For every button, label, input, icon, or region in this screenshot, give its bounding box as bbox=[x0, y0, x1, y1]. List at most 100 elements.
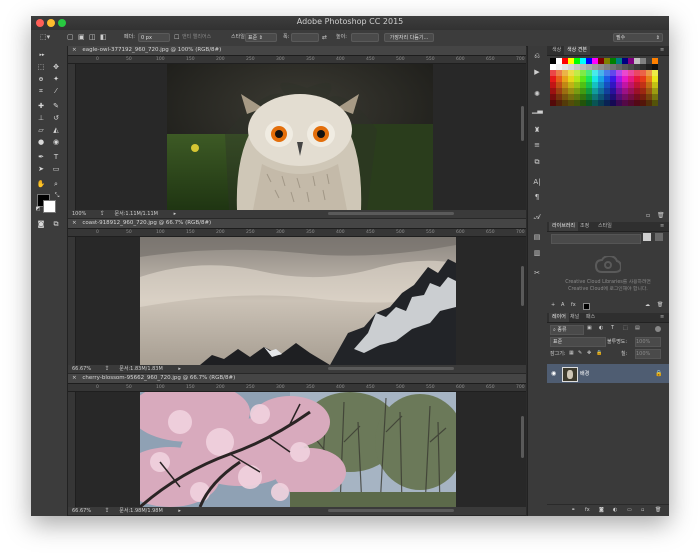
fill-input[interactable]: 100% bbox=[635, 349, 661, 359]
new-layer-icon[interactable]: ▫ bbox=[641, 507, 644, 513]
glyphs-icon[interactable]: 𝒜 bbox=[532, 213, 542, 222]
background-color-swatch[interactable] bbox=[43, 200, 56, 213]
selection-mode-new-icon[interactable]: ▢ bbox=[67, 33, 74, 42]
antialias-checkbox[interactable]: ☐ bbox=[174, 33, 179, 42]
lock-image-icon[interactable]: ✎ bbox=[578, 350, 582, 356]
tab-paths[interactable]: 패스 bbox=[583, 313, 598, 322]
library-select[interactable] bbox=[551, 234, 641, 244]
swap-colors-icon[interactable]: ⤡ bbox=[51, 191, 63, 201]
document-tab[interactable]: × eagle-owl-377192_960_720.jpg @ 100% (R… bbox=[68, 46, 526, 56]
lock-transparent-icon[interactable]: ▦ bbox=[569, 350, 574, 356]
quick-mask-icon[interactable]: ◙ bbox=[35, 219, 47, 229]
vertical-scrollbar[interactable] bbox=[521, 266, 524, 306]
vertical-scrollbar[interactable] bbox=[521, 416, 524, 458]
status-menu-icon[interactable]: ▸ bbox=[178, 366, 181, 372]
horizontal-scrollbar[interactable] bbox=[328, 367, 454, 370]
dodge-tool-icon[interactable]: ◉ bbox=[50, 137, 62, 147]
add-content-icon[interactable]: + bbox=[551, 302, 555, 308]
adjustment-layer-icon[interactable]: ◐ bbox=[613, 507, 617, 513]
tab-adjustments[interactable]: 조정 bbox=[577, 222, 592, 231]
horizontal-scrollbar[interactable] bbox=[328, 212, 454, 215]
tab-libraries[interactable]: 라이브러리 bbox=[549, 222, 579, 231]
move-tool-icon[interactable]: ✥ bbox=[50, 62, 62, 72]
paint-bucket-tool-icon[interactable]: ◭ bbox=[50, 125, 62, 135]
add-mask-icon[interactable]: ◙ bbox=[599, 507, 604, 513]
filter-toggle-icon[interactable] bbox=[655, 326, 661, 332]
path-selection-tool-icon[interactable]: ➤ bbox=[35, 164, 47, 174]
new-swatch-icon[interactable]: ▫ bbox=[646, 212, 650, 219]
swap-dimensions-icon[interactable]: ⇄ bbox=[322, 33, 327, 42]
feather-input[interactable]: 0 px bbox=[138, 33, 170, 42]
blend-mode-select[interactable]: 표준 bbox=[550, 337, 606, 347]
workspace-select[interactable]: 필수 ⇕ bbox=[613, 33, 663, 42]
list-view-icon[interactable] bbox=[655, 233, 663, 241]
status-menu-icon[interactable]: ▸ bbox=[178, 508, 181, 514]
horizontal-scrollbar[interactable] bbox=[328, 509, 454, 512]
share-icon[interactable]: ⇪ bbox=[105, 507, 110, 514]
layer-style-fx-icon[interactable]: fx bbox=[585, 507, 590, 513]
swatch[interactable] bbox=[652, 100, 658, 106]
pen-tool-icon[interactable]: ✒ bbox=[35, 152, 47, 162]
tools-presets-icon[interactable]: ✂ bbox=[532, 269, 542, 278]
paragraph-icon[interactable]: ¶ bbox=[532, 193, 542, 202]
character-icon[interactable]: A| bbox=[532, 178, 542, 187]
document-tab[interactable]: × cherry-blossom-95662_960_720.jpg @ 66.… bbox=[68, 374, 526, 384]
brush-tool-icon[interactable]: ✎ bbox=[50, 101, 62, 111]
selection-mode-add-icon[interactable]: ▣ bbox=[78, 33, 85, 42]
brush-presets-icon[interactable]: ♜ bbox=[532, 126, 542, 135]
filter-shape-icon[interactable]: ⬚ bbox=[623, 325, 628, 331]
delete-swatch-icon[interactable]: 🗑 bbox=[657, 212, 665, 219]
type-tool-icon[interactable]: T bbox=[50, 152, 62, 162]
width-input[interactable] bbox=[291, 33, 319, 42]
grid-view-icon[interactable] bbox=[643, 233, 651, 241]
close-document-icon[interactable]: × bbox=[72, 47, 77, 53]
style-select[interactable]: 표준 ⇕ bbox=[245, 33, 277, 42]
color-swatch-icon[interactable] bbox=[583, 303, 590, 310]
delete-layer-icon[interactable]: 🗑 bbox=[655, 507, 661, 513]
link-layers-icon[interactable]: ⚭ bbox=[571, 507, 575, 513]
default-colors-icon[interactable]: ◩ bbox=[32, 204, 44, 214]
layer-row[interactable]: ◉ 배경 🔒 bbox=[547, 364, 669, 383]
magic-wand-tool-icon[interactable]: ✦ bbox=[50, 74, 62, 84]
share-icon[interactable]: ⇪ bbox=[105, 365, 110, 372]
filter-adjustment-icon[interactable]: ◐ bbox=[599, 325, 603, 331]
healing-brush-tool-icon[interactable]: ✚ bbox=[35, 101, 47, 111]
clone-source-icon[interactable]: ⧉ bbox=[532, 158, 542, 167]
tab-swatches[interactable]: 색상 견본 bbox=[564, 46, 590, 55]
lock-all-icon[interactable]: 🔒 bbox=[596, 350, 602, 356]
hand-tool-icon[interactable]: ✋ bbox=[35, 179, 47, 189]
refine-edge-button[interactable]: 가장자리 다듬기... bbox=[384, 33, 434, 42]
close-document-icon[interactable]: × bbox=[72, 375, 77, 381]
share-icon[interactable]: ⇪ bbox=[100, 210, 105, 217]
notes-icon[interactable]: ▤ bbox=[532, 233, 542, 242]
layer-visibility-eye-icon[interactable]: ◉ bbox=[551, 370, 556, 377]
height-input[interactable] bbox=[351, 33, 379, 42]
new-group-icon[interactable]: ▭ bbox=[627, 507, 632, 513]
zoom-level[interactable]: 66.67% bbox=[72, 508, 91, 514]
rectangle-tool-icon[interactable]: ▭ bbox=[50, 164, 62, 174]
document-tab[interactable]: × coast-918912_960_720.jpg @ 66.7% (RGB/… bbox=[68, 219, 526, 229]
marquee-preset-icon[interactable]: ⬚▾ bbox=[40, 33, 50, 42]
character-style-icon[interactable]: A bbox=[561, 302, 564, 308]
delete-icon[interactable]: 🗑 bbox=[657, 302, 663, 308]
marquee-tool-icon[interactable]: ⬚ bbox=[35, 62, 47, 72]
layer-filter-select[interactable]: ⌕ 종류 bbox=[550, 325, 584, 335]
zoom-level[interactable]: 66.67% bbox=[72, 366, 91, 372]
zoom-level[interactable]: 100% bbox=[72, 211, 86, 217]
eraser-tool-icon[interactable]: ▱ bbox=[35, 125, 47, 135]
panel-menu-icon[interactable]: ≡ bbox=[657, 46, 667, 55]
history-brush-tool-icon[interactable]: ↺ bbox=[50, 113, 62, 123]
zoom-tool-icon[interactable]: ⌕ bbox=[50, 179, 62, 189]
lasso-tool-icon[interactable]: ɵ bbox=[35, 74, 47, 84]
histogram-icon[interactable]: ▁▃ bbox=[532, 106, 543, 115]
panel-menu-icon[interactable]: ≡ bbox=[657, 222, 667, 231]
vertical-scrollbar[interactable] bbox=[521, 106, 524, 141]
brush-settings-icon[interactable]: ≡ bbox=[532, 141, 542, 150]
filter-smart-object-icon[interactable]: ▤ bbox=[635, 325, 640, 331]
tab-layers[interactable]: 레이어 bbox=[549, 313, 569, 322]
swatch-grid[interactable] bbox=[550, 58, 660, 106]
history-icon[interactable]: ⎌ bbox=[532, 52, 542, 61]
close-document-icon[interactable]: × bbox=[72, 220, 77, 226]
fx-style-icon[interactable]: fx bbox=[571, 302, 576, 308]
filter-pixel-icon[interactable]: ▣ bbox=[587, 325, 592, 331]
